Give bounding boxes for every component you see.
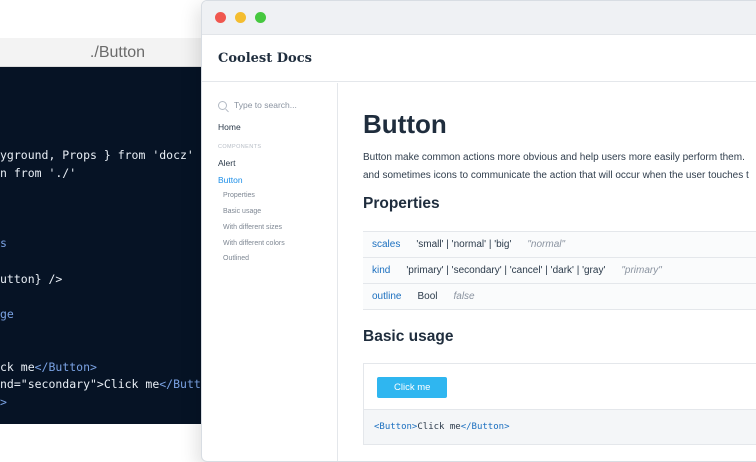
prop-name: scales xyxy=(372,239,401,250)
search-input[interactable]: Type to search... xyxy=(234,100,297,110)
code-line: utton} /> xyxy=(0,272,63,286)
sidebar-item-button[interactable]: Button xyxy=(218,175,243,185)
prop-name: kind xyxy=(372,265,391,276)
prop-name: outline xyxy=(372,291,402,302)
code-text: ck me xyxy=(0,360,35,374)
site-logo[interactable]: Coolest Docs xyxy=(218,51,312,66)
code-close-tag: </Button> xyxy=(460,422,510,432)
prop-default: "primary" xyxy=(621,265,662,276)
code-editor-window: ./Button yground, Props } from 'docz' n … xyxy=(0,38,205,424)
prop-default: false xyxy=(453,291,475,302)
code-line: nd="secondary">Click me</Button> xyxy=(0,377,205,391)
table-row: outline Bool false xyxy=(363,284,756,310)
prop-type: 'primary' | 'secondary' | 'cancel' | 'da… xyxy=(406,265,606,276)
page-title: Button xyxy=(363,109,447,139)
playground-preview: Click me xyxy=(363,363,756,409)
minimize-window-button[interactable] xyxy=(235,12,246,23)
sidebar-subitem-properties[interactable]: Properties xyxy=(223,192,255,199)
maximize-window-button[interactable] xyxy=(255,12,266,23)
code-tag: </Button> xyxy=(34,360,97,374)
sidebar-subitem-basic-usage[interactable]: Basic usage xyxy=(223,208,261,215)
docs-window: Coolest Docs Type to search... Home COMP… xyxy=(201,0,756,462)
intro-line-2: and sometimes icons to communicate the a… xyxy=(363,170,749,181)
prop-type: Bool xyxy=(417,291,438,302)
code-line: yground, Props } from 'docz' xyxy=(0,148,194,162)
sidebar-subitem-outlined[interactable]: Outlined xyxy=(223,255,249,262)
intro-line-1: Button make common actions more obvious … xyxy=(363,152,745,163)
search-box[interactable]: Type to search... xyxy=(218,100,297,110)
properties-heading: Properties xyxy=(363,195,440,212)
search-icon xyxy=(218,100,227,110)
code-line: n from './' xyxy=(0,166,77,180)
prop-default: "normal" xyxy=(527,239,566,250)
code-line: ge xyxy=(0,307,14,321)
sidebar: Type to search... Home COMPONENTS Alert … xyxy=(202,83,338,461)
code-text: nd="secondary">Click me xyxy=(0,377,160,391)
code-tag: </Button> xyxy=(159,377,205,391)
sidebar-item-home[interactable]: Home xyxy=(218,122,241,132)
playground-code[interactable]: <Button>Click me</Button> xyxy=(363,409,756,445)
table-row: kind 'primary' | 'secondary' | 'cancel' … xyxy=(363,258,756,284)
close-window-button[interactable] xyxy=(215,12,226,23)
intro-text: Button make common actions more obvious … xyxy=(363,149,749,185)
sidebar-subitem-colors[interactable]: With different colors xyxy=(223,240,285,247)
code-text: Click me xyxy=(417,422,461,432)
sidebar-section-label: COMPONENTS xyxy=(218,144,262,150)
code-line: s xyxy=(0,236,7,250)
sidebar-item-alert[interactable]: Alert xyxy=(218,158,235,168)
click-me-button[interactable]: Click me xyxy=(377,377,448,398)
table-row: scales 'small' | 'normal' | 'big' "norma… xyxy=(363,232,756,258)
properties-table: scales 'small' | 'normal' | 'big' "norma… xyxy=(363,231,756,310)
sidebar-subitem-sizes[interactable]: With different sizes xyxy=(223,224,282,231)
docs-header: Coolest Docs xyxy=(202,35,756,82)
code-area[interactable]: yground, Props } from 'docz' n from './'… xyxy=(0,67,205,424)
code-open-tag: <Button> xyxy=(374,422,418,432)
basic-usage-heading: Basic usage xyxy=(363,328,454,345)
code-line: > xyxy=(0,395,7,409)
code-line: ck me</Button> xyxy=(0,360,97,374)
window-titlebar xyxy=(202,1,756,35)
prop-type: 'small' | 'normal' | 'big' xyxy=(416,239,512,250)
editor-title: ./Button xyxy=(0,38,205,67)
